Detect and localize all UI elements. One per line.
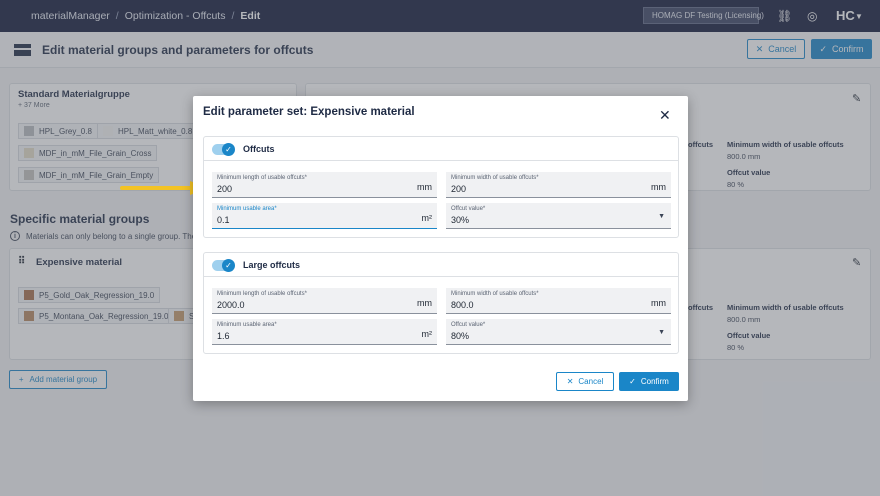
field-label: Minimum width of usable offcuts* <box>451 175 539 181</box>
dialog-confirm-label: Confirm <box>640 377 669 386</box>
offcuts-group: ✓ Offcuts Minimum length of usable offcu… <box>203 136 679 238</box>
field-value: 80% <box>451 331 470 341</box>
field-label: Minimum usable area* <box>217 322 277 328</box>
field-label: Offcut value* <box>451 206 486 212</box>
offcuts-min-area-field[interactable]: Minimum usable area* 0.1 m² <box>212 203 437 229</box>
offcuts-value-select[interactable]: Offcut value* 30% ▼ <box>446 203 671 229</box>
close-icon[interactable]: ✕ <box>659 107 671 124</box>
field-value: 2000.0 <box>217 300 245 310</box>
dialog-cancel-button[interactable]: ✕ Cancel <box>556 372 614 391</box>
check-icon: ✓ <box>222 259 235 272</box>
large-min-length-field[interactable]: Minimum length of usable offcuts* 2000.0… <box>212 288 437 314</box>
field-value: 200 <box>217 184 233 194</box>
field-label: Minimum length of usable offcuts* <box>217 175 307 181</box>
check-icon: ✓ <box>629 377 636 386</box>
large-offcuts-group: ✓ Large offcuts Minimum length of usable… <box>203 252 679 354</box>
large-min-width-field[interactable]: Minimum width of usable offcuts* 800.0 m… <box>446 288 671 314</box>
field-unit: mm <box>417 298 432 308</box>
large-min-area-field[interactable]: Minimum usable area* 1.6 m² <box>212 319 437 345</box>
offcuts-min-length-field[interactable]: Minimum length of usable offcuts* 200 mm <box>212 172 437 198</box>
offcuts-toggle[interactable]: ✓ <box>212 143 235 156</box>
edit-parameter-dialog: Edit parameter set: Expensive material ✕… <box>193 96 688 401</box>
dialog-cancel-label: Cancel <box>578 377 604 386</box>
field-label: Minimum width of usable offcuts* <box>451 291 539 297</box>
close-icon: ✕ <box>566 377 574 386</box>
offcuts-min-width-field[interactable]: Minimum width of usable offcuts* 200 mm <box>446 172 671 198</box>
field-value: 800.0 <box>451 300 474 310</box>
field-label: Minimum length of usable offcuts* <box>217 291 307 297</box>
caret-down-icon: ▼ <box>658 329 665 336</box>
large-offcuts-toggle[interactable]: ✓ <box>212 259 235 272</box>
field-value: 1.6 <box>217 331 230 341</box>
large-offcuts-header: ✓ Large offcuts <box>204 253 678 277</box>
dialog-title: Edit parameter set: Expensive material <box>203 106 415 118</box>
field-unit: mm <box>417 182 432 192</box>
field-unit: mm <box>651 298 666 308</box>
large-value-select[interactable]: Offcut value* 80% ▼ <box>446 319 671 345</box>
large-offcuts-title: Large offcuts <box>243 260 301 270</box>
dialog-confirm-button[interactable]: ✓ Confirm <box>619 372 679 391</box>
field-value: 0.1 <box>217 215 230 225</box>
field-label: Offcut value* <box>451 322 486 328</box>
field-unit: m² <box>421 329 433 339</box>
field-value: 30% <box>451 215 470 225</box>
check-icon: ✓ <box>222 143 235 156</box>
caret-down-icon: ▼ <box>658 213 665 220</box>
offcuts-title: Offcuts <box>243 144 275 154</box>
field-value: 200 <box>451 184 467 194</box>
field-unit: mm <box>651 182 666 192</box>
offcuts-header: ✓ Offcuts <box>204 137 678 161</box>
field-unit: m² <box>421 213 433 223</box>
field-label: Minimum usable area* <box>217 206 277 212</box>
